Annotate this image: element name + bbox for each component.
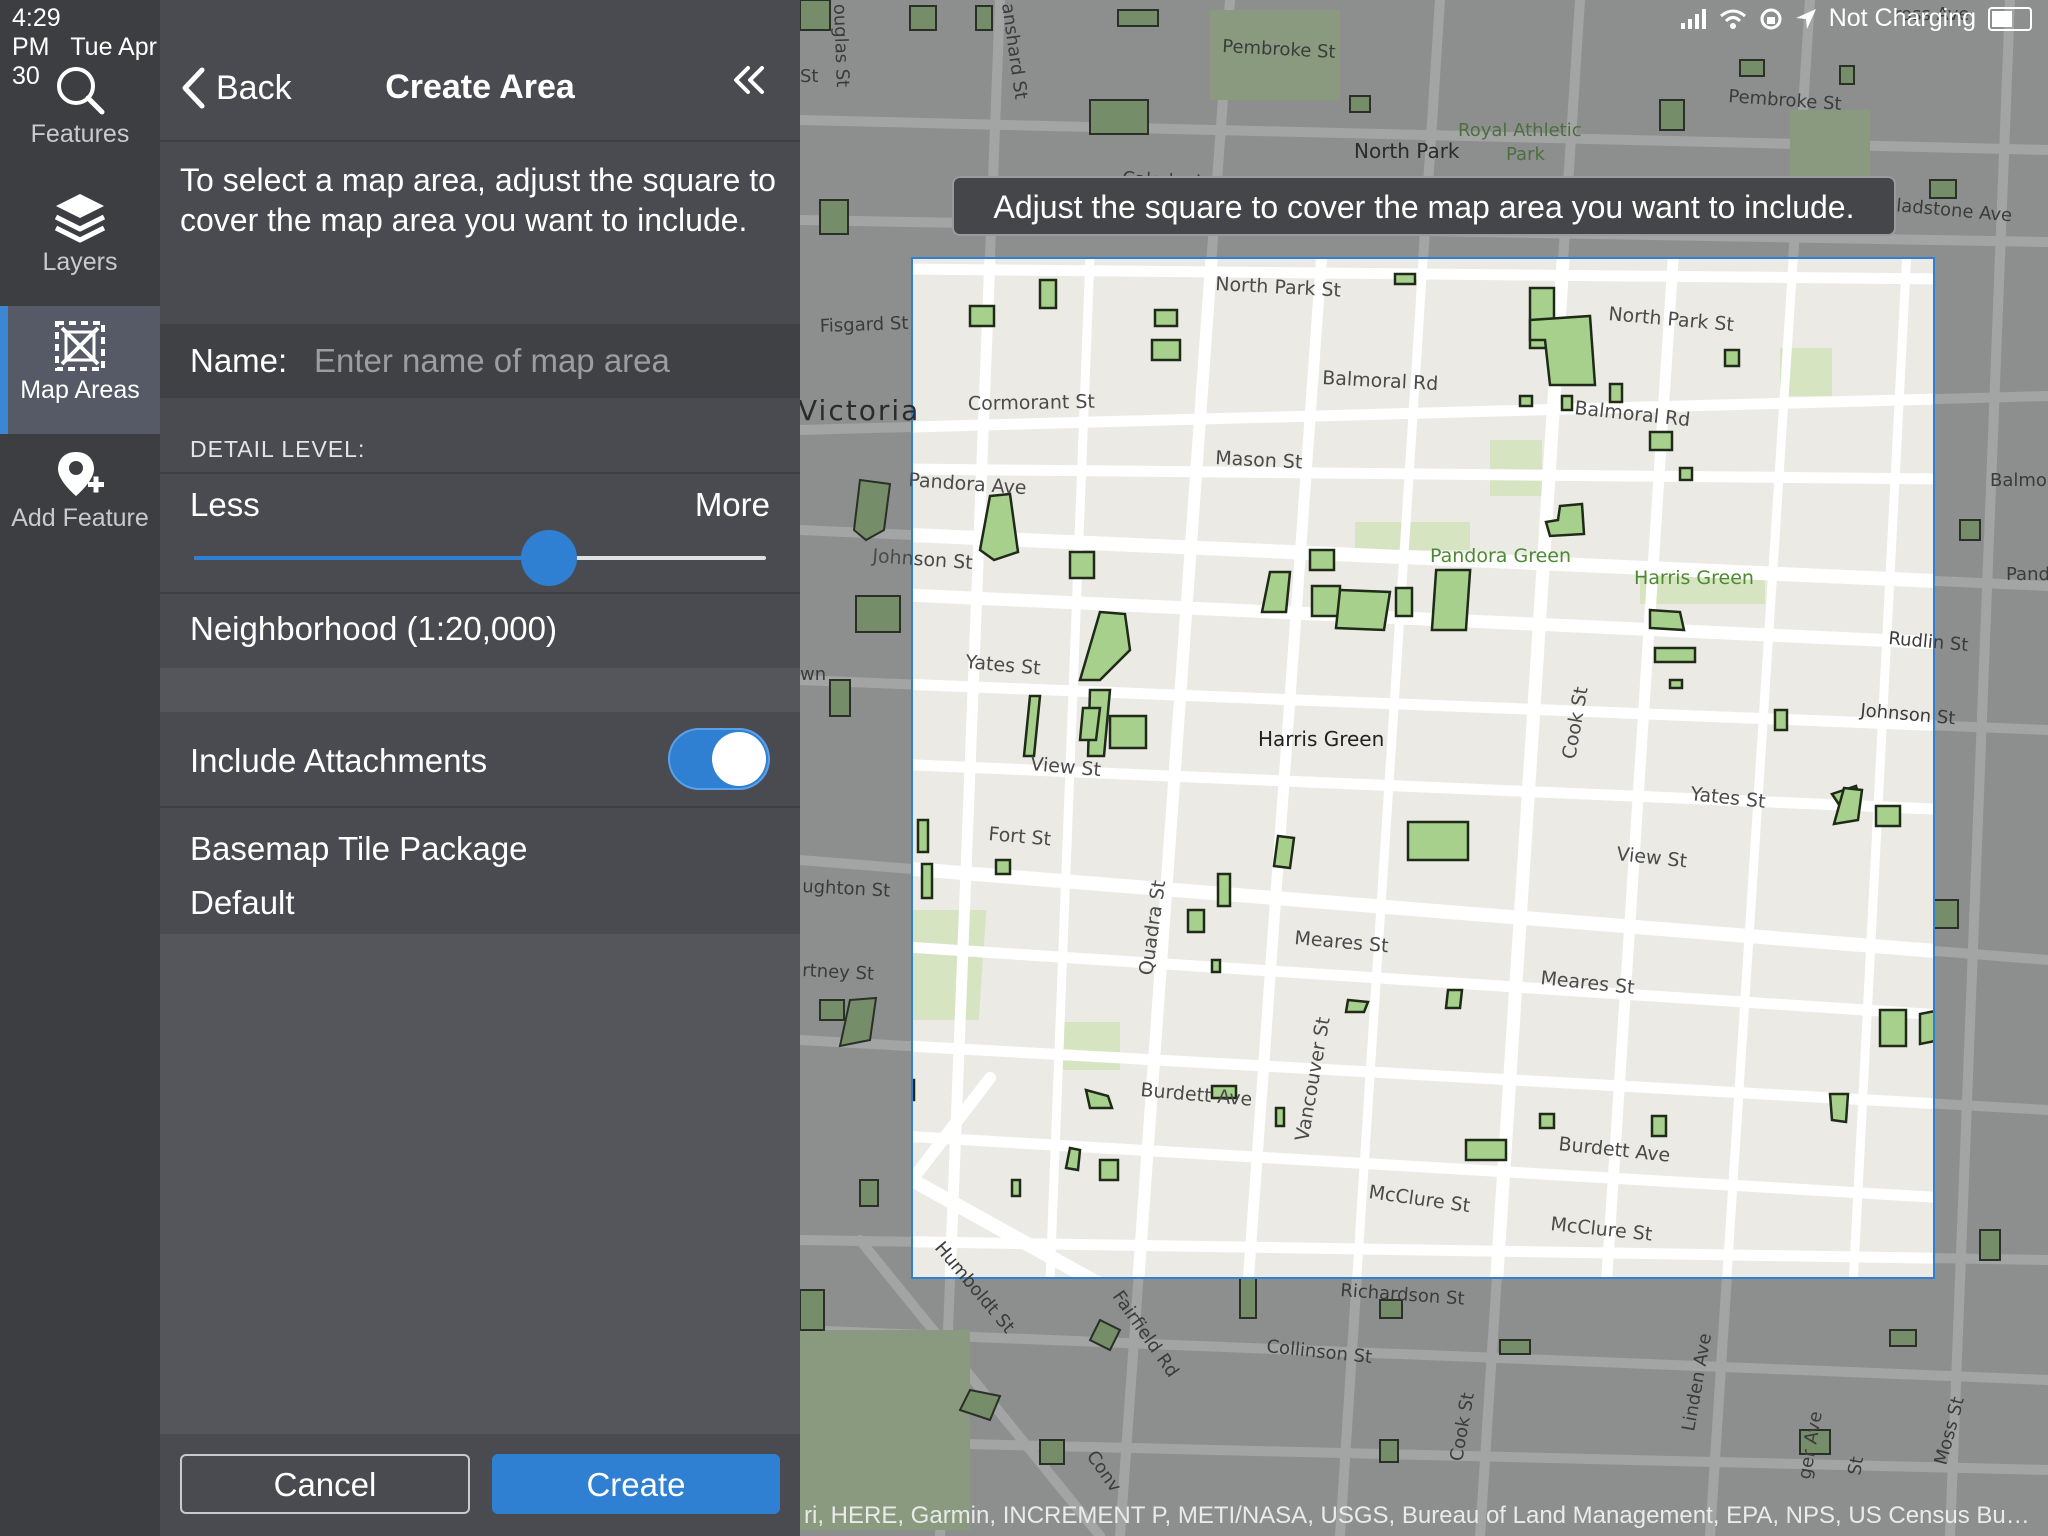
cancel-button[interactable]: Cancel (180, 1454, 470, 1514)
slider-fill (194, 556, 549, 560)
slider-thumb[interactable] (520, 530, 577, 586)
panel-title: Create Area (385, 68, 575, 106)
rail-item-features[interactable]: Features (0, 0, 160, 148)
add-location-icon (58, 452, 104, 496)
include-attachments-label: Include Attachments (190, 742, 488, 779)
detail-level-slider[interactable] (194, 530, 766, 586)
rail-item-map-areas[interactable]: Map Areas (0, 306, 160, 434)
basemap-value[interactable]: Default (190, 884, 295, 922)
map-label: Cormorant St (968, 391, 1095, 415)
layers-icon (54, 194, 106, 243)
include-attachments-toggle[interactable] (668, 728, 770, 790)
divider (160, 472, 800, 474)
name-label: Name: (190, 342, 288, 379)
divider (160, 806, 800, 808)
map-label: wn (800, 664, 826, 685)
charging-status: Not Charging (1828, 4, 1976, 32)
rail-item-layers[interactable]: Layers (0, 128, 160, 276)
panel-empty-space (160, 934, 800, 1434)
map-attribution[interactable]: ri, HERE, Garmin, INCREMENT P, METI/NASA… (804, 1502, 2034, 1530)
map-label: Pand (2006, 564, 2048, 585)
map-label: Fisgard St (819, 313, 908, 337)
map-label: Pandora Green (1430, 545, 1571, 567)
less-label: Less (190, 486, 260, 523)
divider (160, 592, 800, 594)
navigation-rail: 4:29 PM Tue Apr 30 Features Layers Map A… (0, 0, 160, 1536)
rail-label-layers: Layers (42, 248, 118, 276)
detail-level-value: Neighborhood (1:20,000) (190, 610, 557, 647)
divider (160, 140, 800, 142)
name-row: Name: (160, 324, 800, 398)
rail-label-map-areas: Map Areas (20, 376, 140, 404)
map-label: St (800, 66, 818, 87)
section-separator (160, 668, 800, 712)
instructions-text: To select a map area, adjust the square … (180, 162, 776, 238)
signal-icon (1680, 8, 1706, 29)
status-bar-right: Not Charging (1680, 4, 2032, 33)
map-label: Balmo (1990, 470, 2047, 491)
create-area-panel: Back Create Area To select a map area, a… (160, 0, 800, 1536)
map-label: Harris Green (1634, 567, 1754, 589)
location-icon (1795, 8, 1816, 29)
detail-level-heading: DETAIL LEVEL: (190, 436, 366, 462)
toggle-knob (712, 732, 766, 786)
map-label: Royal Athletic (1458, 120, 1582, 141)
map-label: Mason St (1215, 447, 1303, 474)
basemap-label: Basemap Tile Package (190, 830, 528, 867)
collapse-panel-button[interactable] (732, 60, 766, 110)
double-chevron-left-icon (734, 66, 764, 94)
create-button[interactable]: Create (492, 1454, 780, 1514)
map-area-icon (55, 321, 105, 371)
map-instruction-banner: Adjust the square to cover the map area … (952, 176, 1896, 236)
rail-label-add-feature: Add Feature (11, 504, 149, 532)
map-label: St (1844, 1455, 1868, 1477)
search-icon (57, 67, 105, 115)
map-view[interactable]: North Park St North Park St Balmoral Rd … (800, 0, 2048, 1536)
rail-item-add-feature[interactable]: Add Feature (0, 434, 160, 562)
map-label: Victoria (800, 394, 920, 427)
map-label: North Park (1354, 139, 1460, 163)
map-label: ouglas St (829, 3, 853, 87)
map-label: Harris Green (1258, 727, 1384, 751)
more-label: More (694, 486, 770, 523)
battery-icon (1988, 6, 2032, 31)
orientation-lock-icon (1760, 8, 1782, 29)
map-label: Park (1506, 144, 1545, 165)
map-area-name-input[interactable] (312, 334, 776, 388)
wifi-icon (1719, 9, 1746, 29)
map-label: rtney St (802, 960, 875, 985)
